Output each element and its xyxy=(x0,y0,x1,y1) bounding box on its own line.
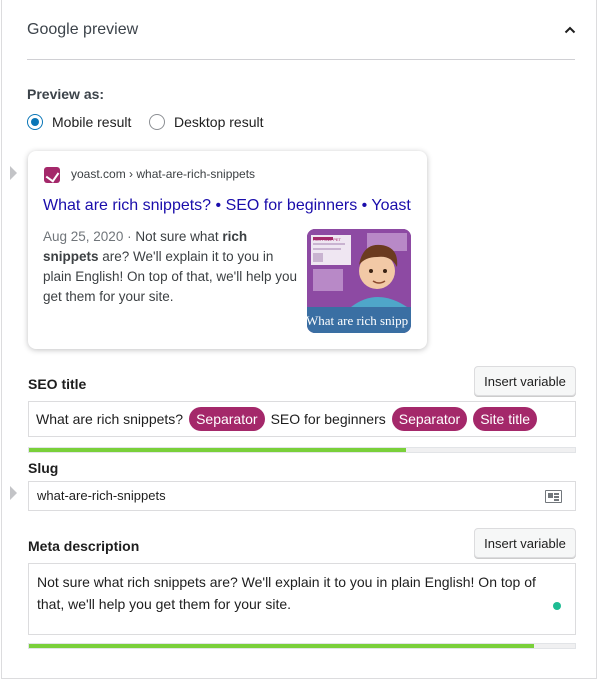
status-dot-icon xyxy=(553,602,561,610)
thumbnail-illustration: What are rich snipp RICH SNIPPET xyxy=(307,229,411,333)
yoast-favicon-icon xyxy=(44,167,60,183)
site-title-variable-pill[interactable]: Site title xyxy=(473,407,538,431)
radio-button-checked[interactable] xyxy=(27,114,43,130)
thumbnail-caption: What are rich snipp xyxy=(307,313,408,328)
separator-variable-pill[interactable]: Separator xyxy=(189,407,265,431)
radio-label[interactable]: Mobile result xyxy=(52,114,131,130)
radio-label[interactable]: Desktop result xyxy=(174,114,263,130)
result-breadcrumb: yoast.com › what-are-rich-snippets xyxy=(71,167,256,181)
slug-input[interactable]: what-are-rich-snippets xyxy=(28,481,576,511)
seo-title-progress-bar xyxy=(28,447,576,453)
caret-right-icon xyxy=(10,166,17,180)
date-separator: · xyxy=(127,229,132,244)
result-date: Aug 25, 2020 xyxy=(43,229,124,244)
title-text[interactable]: SEO for beginners xyxy=(271,411,386,427)
separator-variable-pill[interactable]: Separator xyxy=(391,407,468,431)
seo-title-input[interactable]: What are rich snippets? Separator SEO fo… xyxy=(28,401,576,437)
google-preview-panel: Google preview Preview as: Mobile result… xyxy=(1,0,597,679)
panel-header[interactable]: Google preview xyxy=(2,0,598,60)
radio-button[interactable] xyxy=(149,114,165,130)
preview-as-label: Preview as: xyxy=(27,86,105,102)
meta-description-input[interactable]: Not sure what rich snippets are? We'll e… xyxy=(28,563,576,635)
result-description: Aug 25, 2020 · Not sure what rich snippe… xyxy=(43,227,305,307)
chevron-up-icon[interactable] xyxy=(564,24,576,36)
divider xyxy=(27,59,575,60)
google-result-card: yoast.com › what-are-rich-snippets What … xyxy=(28,151,427,349)
insert-variable-button[interactable]: Insert variable xyxy=(474,366,576,396)
meta-description-progress-fill xyxy=(29,644,535,648)
seo-title-label: SEO title xyxy=(28,376,87,392)
result-thumbnail: What are rich snipp RICH SNIPPET xyxy=(307,229,411,333)
thumbnail-label: RICH SNIPPET xyxy=(313,237,342,242)
seo-title-progress-fill xyxy=(29,448,406,452)
description-text: Not sure what xyxy=(135,229,223,244)
result-title-link[interactable]: What are rich snippets? • SEO for beginn… xyxy=(43,197,411,215)
slug-label: Slug xyxy=(28,460,59,476)
id-card-icon xyxy=(545,490,562,503)
radio-desktop-result[interactable]: Desktop result xyxy=(149,114,263,130)
meta-description-label: Meta description xyxy=(28,538,140,554)
title-text[interactable]: What are rich snippets? xyxy=(36,411,183,427)
caret-right-icon xyxy=(10,486,17,500)
meta-description-value[interactable]: Not sure what rich snippets are? We'll e… xyxy=(37,574,536,612)
slug-value[interactable]: what-are-rich-snippets xyxy=(37,488,166,503)
panel-title: Google preview xyxy=(27,21,139,38)
meta-description-progress-bar xyxy=(28,643,576,649)
radio-mobile-result[interactable]: Mobile result xyxy=(27,114,131,130)
insert-variable-button[interactable]: Insert variable xyxy=(474,528,576,558)
